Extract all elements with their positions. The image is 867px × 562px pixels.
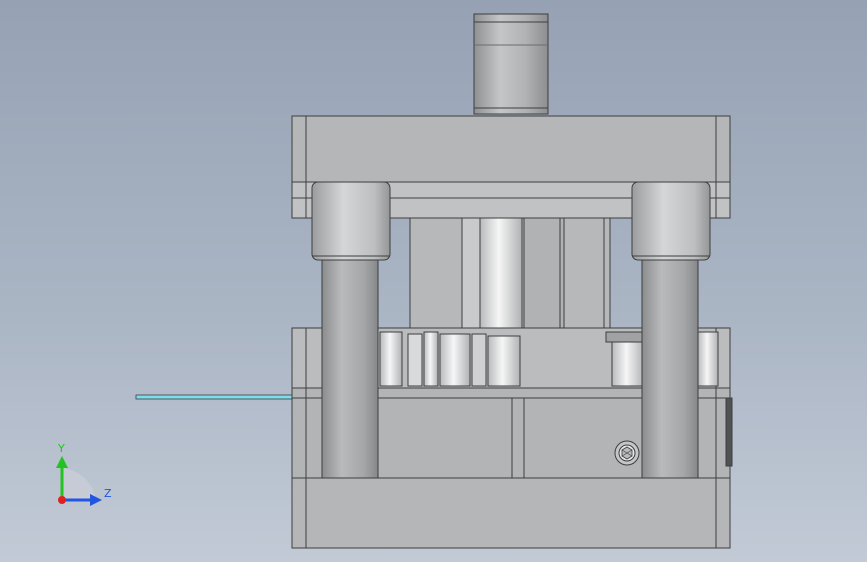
guide-post-left[interactable] — [311, 181, 391, 479]
axis-triad — [56, 456, 102, 506]
guide-post-right[interactable] — [631, 181, 711, 479]
graphics-viewport[interactable]: Y Z — [0, 0, 867, 562]
cap-screw[interactable] — [614, 440, 640, 466]
die-set-model[interactable] — [0, 0, 867, 562]
upper-die-plate[interactable] — [291, 115, 731, 183]
triad-y-label: Y — [58, 442, 65, 455]
lower-die-shoe[interactable] — [291, 477, 731, 549]
x-axis-dot — [58, 496, 66, 504]
shank[interactable] — [473, 13, 549, 115]
triad-z-label: Z — [104, 487, 112, 500]
feed-strip[interactable] — [135, 394, 297, 400]
